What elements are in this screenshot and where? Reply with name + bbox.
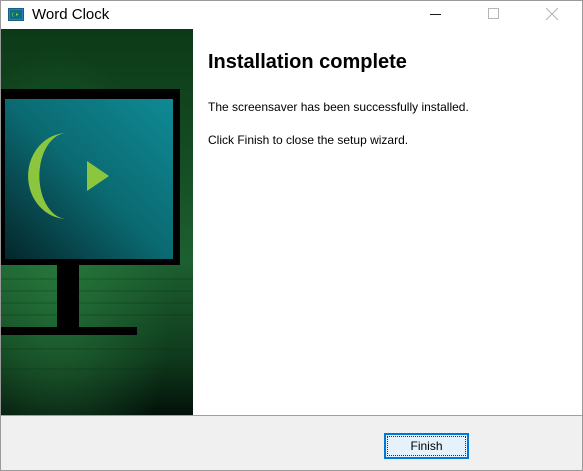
window-title: Word Clock [32, 6, 110, 23]
setup-wizard-window: Word Clock Installation complete The scr… [0, 0, 583, 471]
wizard-content-panel: Installation complete The screensaver ha… [194, 29, 582, 415]
title-bar[interactable]: Word Clock [1, 1, 582, 29]
success-message: The screensaver has been successfully in… [208, 100, 469, 114]
minimize-icon [430, 14, 441, 15]
monitor-app-icon [8, 7, 24, 23]
minimize-button[interactable] [413, 1, 459, 29]
maximize-button[interactable] [471, 1, 517, 29]
page-title: Installation complete [208, 51, 407, 73]
close-button[interactable] [529, 1, 575, 29]
instruction-message: Click Finish to close the setup wizard. [208, 133, 409, 147]
monitor-logo-illustration [1, 29, 193, 415]
wizard-footer: Finish [1, 416, 582, 470]
finish-button[interactable]: Finish [384, 433, 469, 459]
maximize-icon [488, 8, 499, 19]
finish-button-label: Finish [387, 436, 466, 456]
wizard-banner-image [1, 29, 193, 415]
close-icon [545, 7, 559, 21]
